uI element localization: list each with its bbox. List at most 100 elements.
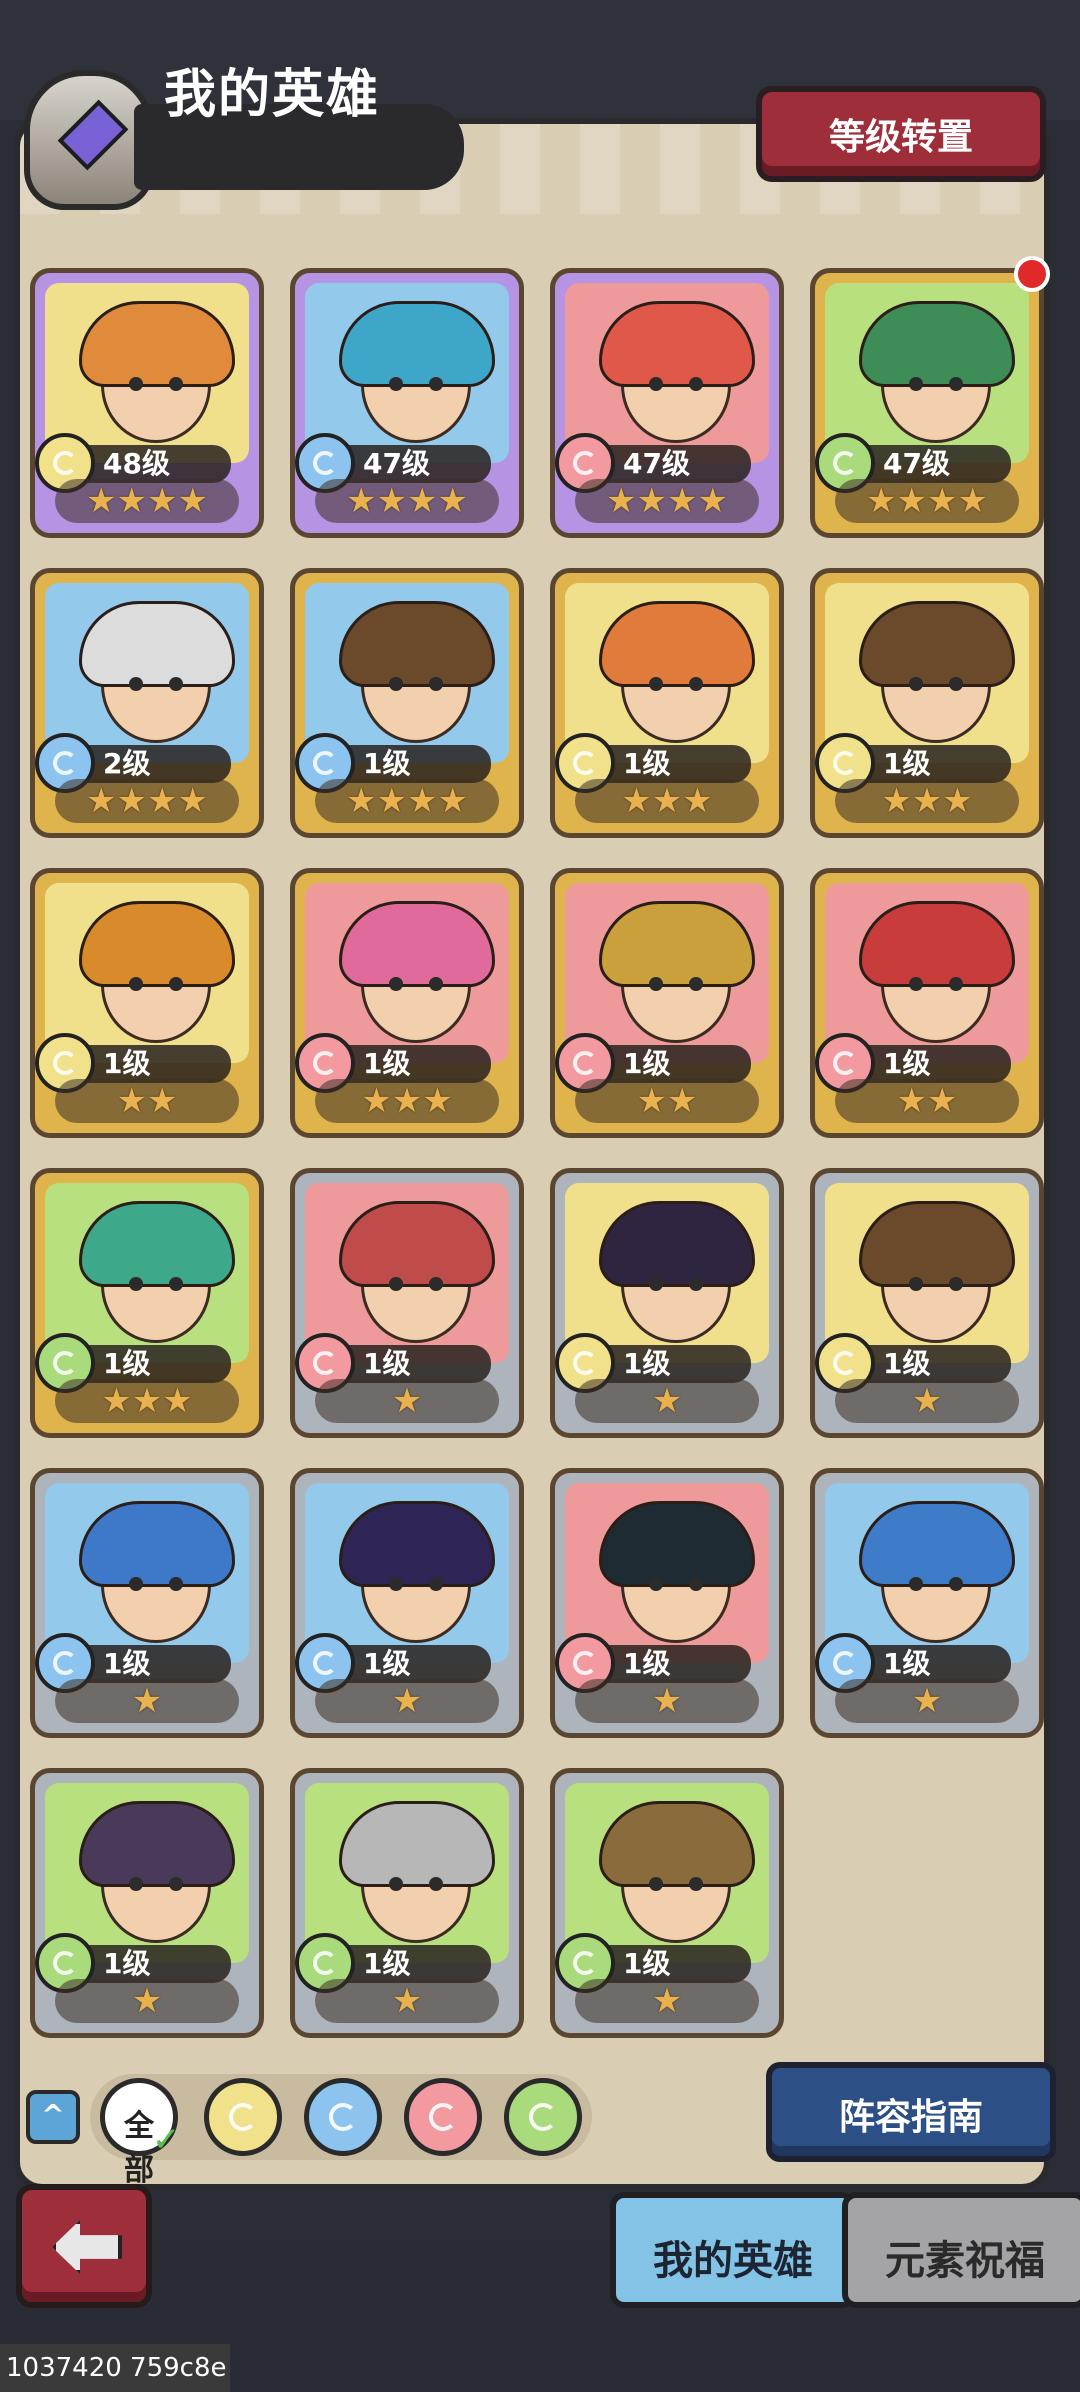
hero-card[interactable]: 47级 ★★★★ <box>810 268 1044 538</box>
hero-card[interactable]: 1级 ★ <box>550 1168 784 1438</box>
hero-eye <box>389 1277 403 1291</box>
star-rating: ★ <box>55 1679 239 1723</box>
hero-eye <box>649 977 663 991</box>
hero-card[interactable]: 1级 ★ <box>810 1468 1044 1738</box>
collapse-filter-button[interactable]: ^ <box>26 2090 80 2144</box>
hero-eye <box>689 1877 703 1891</box>
hero-level: 1级 <box>861 1045 1011 1083</box>
hero-card[interactable]: 1级 ★ <box>550 1468 784 1738</box>
build-id: 1037420 759c8e <box>0 2344 230 2392</box>
star-rating: ★ <box>835 1679 1019 1723</box>
hero-card[interactable]: 1级 ★★★★ <box>290 568 524 838</box>
hero-eye <box>169 1577 183 1591</box>
hero-eye <box>129 1577 143 1591</box>
hero-eye <box>389 1877 403 1891</box>
hero-eye <box>649 377 663 391</box>
hero-card[interactable]: 1级 ★ <box>810 1168 1044 1438</box>
hero-eye <box>429 1877 443 1891</box>
hero-eye <box>129 977 143 991</box>
hero-eye <box>649 1277 663 1291</box>
hero-hair <box>79 1201 235 1287</box>
star-rating: ★ <box>315 1379 499 1423</box>
hero-hair <box>79 1801 235 1887</box>
page-title: 我的英雄 <box>164 65 381 125</box>
hero-eye <box>169 977 183 991</box>
hero-level: 47级 <box>861 445 1011 483</box>
lineup-guide-button[interactable]: 阵容指南 <box>766 2062 1056 2162</box>
hero-hair <box>599 901 755 987</box>
hero-eye <box>909 677 923 691</box>
hero-card[interactable]: 1级 ★ <box>290 1468 524 1738</box>
hero-hair <box>859 1201 1015 1287</box>
filter-earth-button[interactable] <box>504 2078 582 2156</box>
hero-eye <box>689 977 703 991</box>
hero-hair <box>599 1801 755 1887</box>
hero-eye <box>169 377 183 391</box>
hero-card[interactable]: 1级 ★★★ <box>30 1168 264 1438</box>
star-rating: ★ <box>575 1379 759 1423</box>
hero-eye <box>129 1877 143 1891</box>
filter-fire-button[interactable] <box>404 2078 482 2156</box>
hero-card[interactable]: 47级 ★★★★ <box>550 268 784 538</box>
hero-eye <box>689 677 703 691</box>
hero-level: 1级 <box>81 1045 231 1083</box>
hero-eye <box>389 1577 403 1591</box>
hero-hair <box>339 901 495 987</box>
hero-eye <box>389 977 403 991</box>
hero-card[interactable]: 2级 ★★★★ <box>30 568 264 838</box>
hero-level: 1级 <box>81 1945 231 1983</box>
tab-element-blessing[interactable]: 元素祝福 <box>842 2192 1080 2308</box>
hero-card[interactable]: 1级 ★★★ <box>550 568 784 838</box>
star-rating: ★ <box>315 1979 499 2023</box>
hero-card[interactable]: 1级 ★★★ <box>810 568 1044 838</box>
hero-level: 1级 <box>341 1645 491 1683</box>
hero-card[interactable]: 48级 ★★★★ <box>30 268 264 538</box>
hero-eye <box>169 1277 183 1291</box>
hero-hair <box>339 301 495 387</box>
hero-level: 1级 <box>81 1345 231 1383</box>
tab-my-heroes[interactable]: 我的英雄 <box>610 2192 856 2308</box>
hero-card[interactable]: 1级 ★★ <box>30 868 264 1138</box>
hero-hair <box>859 601 1015 687</box>
hero-card[interactable]: 1级 ★ <box>30 1768 264 2038</box>
hero-hair <box>599 301 755 387</box>
star-rating: ★★★ <box>315 1079 499 1123</box>
hero-card[interactable]: 47级 ★★★★ <box>290 268 524 538</box>
filter-water-button[interactable] <box>304 2078 382 2156</box>
hero-card[interactable]: 1级 ★★ <box>810 868 1044 1138</box>
hero-eye <box>949 1577 963 1591</box>
star-rating: ★ <box>575 1679 759 1723</box>
hero-level: 1级 <box>861 1645 1011 1683</box>
hero-eye <box>429 1577 443 1591</box>
hero-hair <box>79 601 235 687</box>
level-transfer-button[interactable]: 等级转置 <box>756 86 1046 182</box>
hero-eye <box>129 677 143 691</box>
chevron-up-icon: ^ <box>41 2098 65 2131</box>
tab-my-heroes-label: 我的英雄 <box>653 2238 813 2284</box>
star-rating: ★★★★ <box>55 479 239 523</box>
back-button[interactable] <box>16 2184 152 2308</box>
notification-dot <box>1014 256 1050 292</box>
star-rating: ★ <box>315 1679 499 1723</box>
hero-eye <box>389 377 403 391</box>
hero-hair <box>79 301 235 387</box>
star-rating: ★★ <box>55 1079 239 1123</box>
hero-card[interactable]: 1级 ★★★ <box>290 868 524 1138</box>
star-rating: ★★★ <box>575 779 759 823</box>
hero-hair <box>79 901 235 987</box>
hero-card[interactable]: 1级 ★ <box>30 1468 264 1738</box>
hero-card[interactable]: 1级 ★★ <box>550 868 784 1138</box>
hero-hair <box>339 601 495 687</box>
hero-hair <box>599 1501 755 1587</box>
hero-eye <box>429 677 443 691</box>
star-rating: ★★ <box>835 1079 1019 1123</box>
hero-card[interactable]: 1级 ★ <box>290 1168 524 1438</box>
hero-hair <box>339 1801 495 1887</box>
hero-hair <box>339 1201 495 1287</box>
checkmark-icon: ✓ <box>152 2120 181 2160</box>
hero-hair <box>859 1501 1015 1587</box>
hero-card[interactable]: 1级 ★ <box>550 1768 784 2038</box>
hero-card[interactable]: 1级 ★ <box>290 1768 524 2038</box>
filter-wind-button[interactable] <box>204 2078 282 2156</box>
star-rating: ★ <box>575 1979 759 2023</box>
